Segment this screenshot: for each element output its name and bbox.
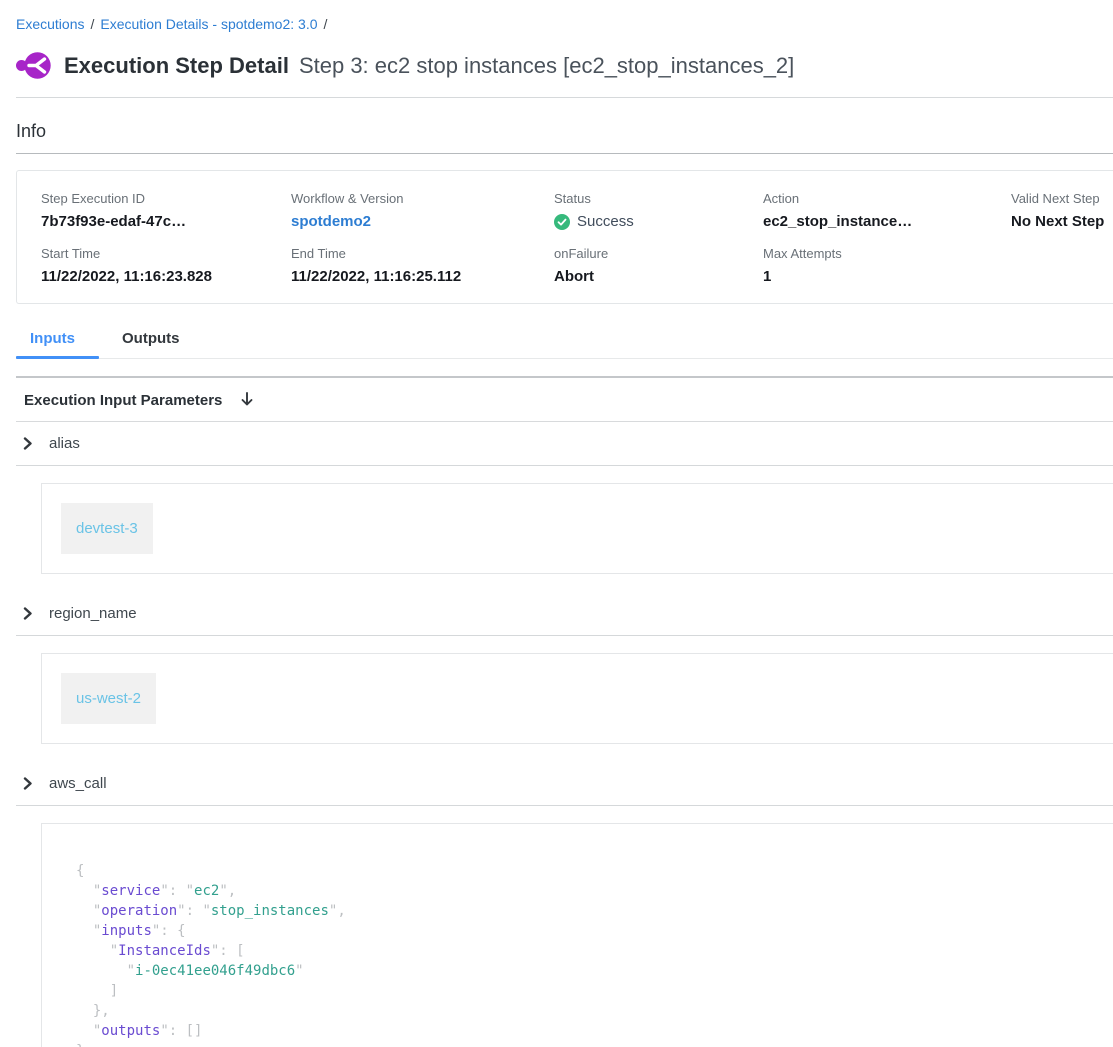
- page-subtitle: Step 3: ec2 stop instances [ec2_stop_ins…: [299, 53, 794, 79]
- info-section-heading: Info: [16, 121, 1113, 154]
- field-label: Valid Next Step: [1011, 191, 1113, 206]
- field-label: onFailure: [554, 246, 763, 261]
- breadcrumb-link-executions[interactable]: Executions: [16, 16, 84, 32]
- param-row-aws-call[interactable]: aws_call: [16, 762, 1113, 806]
- param-name: region_name: [49, 605, 137, 622]
- param-value-chip: us-west-2: [61, 673, 156, 724]
- param-section-alias: alias devtest-3: [16, 422, 1113, 574]
- field-onfailure: onFailure Abort: [554, 246, 763, 285]
- tab-outputs[interactable]: Outputs: [99, 322, 203, 358]
- field-value: 7b73f93e-edaf-47c…: [41, 213, 291, 230]
- breadcrumb-separator: /: [90, 16, 94, 32]
- param-name: aws_call: [49, 775, 107, 792]
- execution-step-detail-page: Executions / Execution Details - spotdemo2…: [0, 0, 1113, 1047]
- info-card: Step Execution ID 7b73f93e-edaf-47c… Wor…: [16, 170, 1113, 304]
- page-header: Execution Step Detail Step 3: ec2 stop i…: [16, 51, 1113, 98]
- chevron-right-icon: [21, 777, 34, 790]
- tab-inputs[interactable]: Inputs: [16, 322, 99, 358]
- field-step-execution-id: Step Execution ID 7b73f93e-edaf-47c…: [41, 191, 291, 230]
- field-label: Status: [554, 191, 763, 206]
- field-max-attempts: Max Attempts 1: [763, 246, 1011, 285]
- field-workflow-version: Workflow & Version spotdemo2: [291, 191, 554, 230]
- param-code-box: { "service": "ec2", "operation": "stop_i…: [41, 823, 1113, 1047]
- tab-bar: Inputs Outputs: [16, 322, 1113, 359]
- param-value-box: devtest-3: [41, 483, 1113, 574]
- execution-input-parameters-title: Execution Input Parameters: [24, 392, 222, 409]
- breadcrumb-separator: /: [324, 16, 328, 32]
- status-text: Success: [577, 213, 634, 230]
- field-label: Max Attempts: [763, 246, 1011, 261]
- field-empty: [1011, 246, 1113, 285]
- success-check-icon: [554, 214, 570, 230]
- workflow-link[interactable]: spotdemo2: [291, 213, 554, 230]
- page-title: Execution Step Detail: [64, 53, 289, 79]
- field-label: Step Execution ID: [41, 191, 291, 206]
- field-value: 11/22/2022, 11:16:25.112: [291, 268, 554, 285]
- breadcrumb: Executions / Execution Details - spotdemo2…: [16, 0, 1113, 32]
- param-section-aws-call: aws_call { "service": "ec2", "operation"…: [16, 762, 1113, 1047]
- breadcrumb-link-execution-details[interactable]: Execution Details - spotdemo2: 3.0: [100, 16, 317, 32]
- field-status: Status Success: [554, 191, 763, 230]
- field-value: 1: [763, 268, 1011, 285]
- param-name: alias: [49, 435, 80, 452]
- param-row-region-name[interactable]: region_name: [16, 592, 1113, 636]
- param-value-chip: devtest-3: [61, 503, 153, 554]
- param-value-box: us-west-2: [41, 653, 1113, 744]
- chevron-right-icon: [21, 437, 34, 450]
- field-start-time: Start Time 11/22/2022, 11:16:23.828: [41, 246, 291, 285]
- field-value: No Next Step: [1011, 213, 1113, 230]
- field-valid-next-step: Valid Next Step No Next Step: [1011, 191, 1113, 230]
- field-label: Start Time: [41, 246, 291, 261]
- aws-call-code: { "service": "ec2", "operation": "stop_i…: [76, 861, 1113, 1047]
- field-end-time: End Time 11/22/2022, 11:16:25.112: [291, 246, 554, 285]
- param-row-alias[interactable]: alias: [16, 422, 1113, 466]
- chevron-right-icon: [21, 607, 34, 620]
- field-action: Action ec2_stop_instance…: [763, 191, 1011, 230]
- field-label: Workflow & Version: [291, 191, 554, 206]
- status-badge: Success: [554, 213, 763, 230]
- field-value: Abort: [554, 268, 763, 285]
- field-label: End Time: [291, 246, 554, 261]
- workflow-logo-icon: [16, 51, 51, 80]
- field-value: ec2_stop_instance…: [763, 213, 1011, 230]
- download-arrow-icon[interactable]: [239, 391, 255, 409]
- field-value: 11/22/2022, 11:16:23.828: [41, 268, 291, 285]
- field-label: Action: [763, 191, 1011, 206]
- param-section-region-name: region_name us-west-2: [16, 592, 1113, 744]
- execution-input-parameters-header: Execution Input Parameters: [16, 378, 1113, 422]
